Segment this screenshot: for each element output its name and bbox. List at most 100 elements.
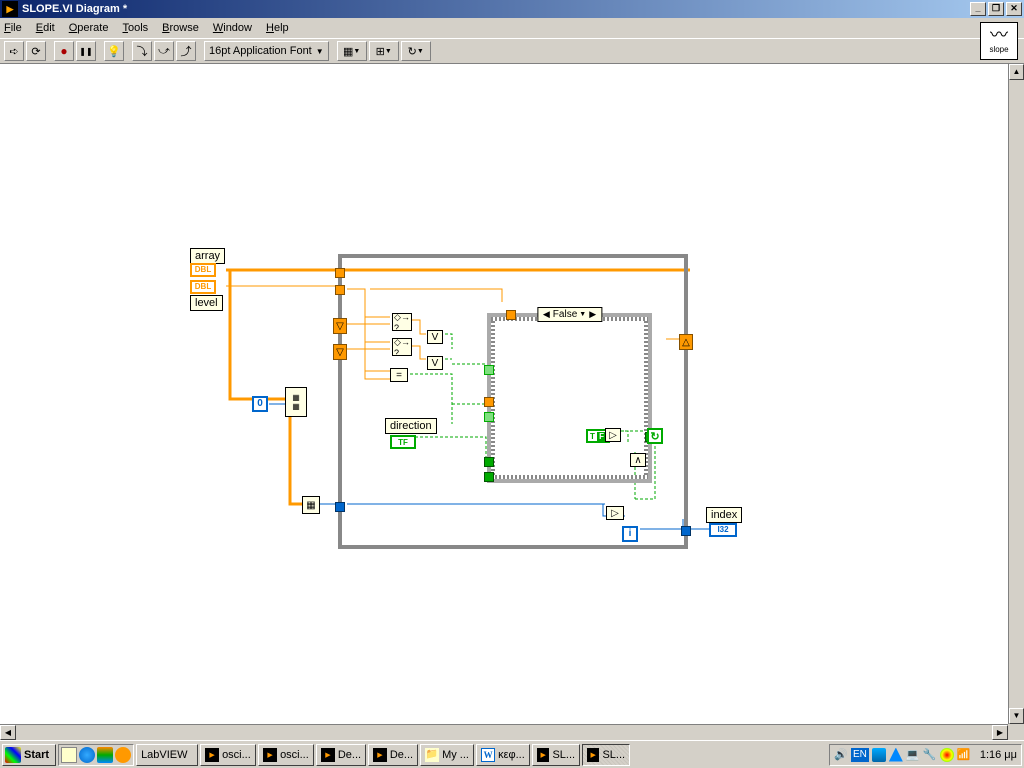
show-desktop-icon[interactable] bbox=[61, 747, 77, 763]
case-dropdown-icon[interactable]: ▼ bbox=[579, 311, 586, 318]
window-title: SLOPE.VI Diagram * bbox=[22, 3, 127, 15]
taskbar-item-osci2[interactable]: osci... bbox=[258, 744, 314, 766]
array-size-node[interactable]: ▦ bbox=[302, 496, 320, 514]
tunnel-array-in[interactable] bbox=[335, 268, 345, 278]
menu-window[interactable]: Window bbox=[213, 22, 252, 34]
case-tunnel-4[interactable] bbox=[484, 412, 494, 422]
and-node[interactable]: ∧ bbox=[630, 453, 646, 467]
shift-register-right[interactable]: △ bbox=[679, 334, 693, 350]
step-into-button[interactable]: ⤵ bbox=[132, 41, 152, 61]
tray-icon-6[interactable]: 📶 bbox=[957, 748, 971, 762]
ie-icon[interactable] bbox=[79, 747, 95, 763]
reorder-button[interactable]: ↻▼ bbox=[401, 41, 431, 61]
array-label: array bbox=[190, 248, 225, 264]
tray-icon-3[interactable]: 💻 bbox=[906, 748, 920, 762]
clock[interactable]: 1:16 μμ bbox=[980, 749, 1017, 761]
greater-node-2[interactable]: ▷ bbox=[606, 506, 624, 520]
or-node-2[interactable]: V bbox=[427, 356, 443, 370]
shift-register-left-1[interactable]: ▽ bbox=[333, 318, 347, 334]
equals-node[interactable]: = bbox=[390, 368, 408, 382]
compare-node-1[interactable]: ◇→? bbox=[392, 313, 412, 331]
tray-icon-1[interactable] bbox=[872, 748, 886, 762]
tray-icon-2[interactable] bbox=[889, 748, 903, 762]
tunnel-blue-in[interactable] bbox=[335, 502, 345, 512]
toolbar: ⤵ ⤻ ⤴ 16pt Application Font ▼ ▦▼ ⊞▼ ↻▼ bbox=[0, 38, 1024, 64]
index-terminal[interactable]: I32 bbox=[709, 523, 737, 537]
case-selector-tunnel[interactable] bbox=[484, 472, 494, 482]
zero-constant[interactable]: 0 bbox=[252, 396, 268, 412]
minimize-button[interactable]: _ bbox=[970, 2, 986, 16]
app-icon bbox=[2, 1, 18, 17]
outlook-icon[interactable] bbox=[97, 747, 113, 763]
step-over-button[interactable]: ⤻ bbox=[154, 41, 174, 61]
tray-icon-5[interactable] bbox=[940, 748, 954, 762]
array-terminal[interactable]: DBL bbox=[190, 263, 216, 277]
wmp-icon[interactable] bbox=[115, 747, 131, 763]
case-next-icon[interactable]: ▶ bbox=[586, 309, 599, 320]
index-label: index bbox=[706, 507, 742, 523]
taskbar-item-sl1[interactable]: SL... bbox=[532, 744, 580, 766]
start-button[interactable]: Start bbox=[2, 744, 56, 766]
highlight-execution-button[interactable] bbox=[104, 41, 124, 61]
direction-terminal[interactable] bbox=[390, 435, 416, 449]
menu-browse[interactable]: Browse bbox=[162, 22, 199, 34]
align-button[interactable]: ▦▼ bbox=[337, 41, 367, 61]
or-node-1[interactable]: V bbox=[427, 330, 443, 344]
index-bundle-node[interactable]: ▦▦ bbox=[285, 387, 307, 417]
case-structure[interactable]: ◀ False ▼ ▶ T F bbox=[487, 313, 652, 483]
direction-label: direction bbox=[385, 418, 437, 434]
menu-bar: File Edit Operate Tools Browse Window He… bbox=[0, 18, 1024, 38]
scroll-left-icon[interactable]: ◀ bbox=[0, 725, 16, 740]
shift-register-left-2[interactable]: ▽ bbox=[333, 344, 347, 360]
run-continuously-button[interactable] bbox=[26, 41, 46, 61]
taskbar-item-osci1[interactable]: osci... bbox=[200, 744, 256, 766]
horizontal-scrollbar[interactable]: ◀ ▶ bbox=[0, 724, 1008, 740]
font-selector[interactable]: 16pt Application Font ▼ bbox=[204, 41, 329, 61]
taskbar-item-kef[interactable]: κεφ... bbox=[476, 744, 530, 766]
case-tunnel-5[interactable] bbox=[484, 457, 494, 467]
tray-vol-icon[interactable]: 🔊 bbox=[834, 748, 848, 762]
case-tunnel-1[interactable] bbox=[506, 310, 516, 320]
case-tunnel-2[interactable] bbox=[484, 365, 494, 375]
run-button[interactable] bbox=[4, 41, 24, 61]
font-label: 16pt Application Font bbox=[209, 45, 312, 57]
menu-help[interactable]: Help bbox=[266, 22, 289, 34]
tunnel-blue-out[interactable] bbox=[681, 526, 691, 536]
start-label: Start bbox=[24, 749, 49, 761]
greater-node[interactable]: ▷ bbox=[605, 428, 621, 442]
scroll-right-icon[interactable]: ▶ bbox=[992, 725, 1008, 740]
level-terminal[interactable]: DBL bbox=[190, 280, 216, 294]
menu-operate[interactable]: Operate bbox=[69, 22, 109, 34]
menu-tools[interactable]: Tools bbox=[122, 22, 148, 34]
vi-icon[interactable]: 〰 slope bbox=[980, 22, 1018, 60]
titlebar[interactable]: SLOPE.VI Diagram * _ ❐ ✕ bbox=[0, 0, 1024, 18]
taskbar-item-de1[interactable]: De... bbox=[316, 744, 366, 766]
pause-button[interactable] bbox=[76, 41, 96, 61]
menu-edit[interactable]: Edit bbox=[36, 22, 55, 34]
taskbar-item-labview[interactable]: LabVIEW bbox=[136, 744, 198, 766]
case-selector[interactable]: ◀ False ▼ ▶ bbox=[537, 307, 602, 322]
iteration-terminal[interactable]: i bbox=[622, 526, 638, 542]
tunnel-level-in[interactable] bbox=[335, 285, 345, 295]
vertical-scrollbar[interactable]: ▲ ▼ bbox=[1008, 64, 1024, 724]
diagram-canvas[interactable]: array DBL DBL level 0 ▦▦ ▦ ▽ ▽ △ ◇→? ◇→?… bbox=[0, 64, 1008, 724]
distribute-button[interactable]: ⊞▼ bbox=[369, 41, 399, 61]
menu-file[interactable]: File bbox=[4, 22, 22, 34]
case-tunnel-3[interactable] bbox=[484, 397, 494, 407]
abort-button[interactable] bbox=[54, 41, 74, 61]
close-button[interactable]: ✕ bbox=[1006, 2, 1022, 16]
scroll-up-icon[interactable]: ▲ bbox=[1009, 64, 1024, 80]
taskbar-item-sl2[interactable]: SL... bbox=[582, 744, 630, 766]
language-indicator[interactable]: EN bbox=[851, 748, 869, 762]
taskbar-item-de2[interactable]: De... bbox=[368, 744, 418, 766]
tray-icon-4[interactable]: 🔧 bbox=[923, 748, 937, 762]
taskbar-item-my[interactable]: My ... bbox=[420, 744, 474, 766]
scroll-down-icon[interactable]: ▼ bbox=[1009, 708, 1024, 724]
level-label: level bbox=[190, 295, 223, 311]
loop-condition[interactable] bbox=[647, 428, 663, 444]
case-prev-icon[interactable]: ◀ bbox=[540, 309, 553, 320]
while-loop[interactable]: ▽ ▽ △ ◇→? ◇→? V V = direction ◀ False ▼ … bbox=[338, 254, 688, 549]
compare-node-2[interactable]: ◇→? bbox=[392, 338, 412, 356]
restore-button[interactable]: ❐ bbox=[988, 2, 1004, 16]
step-out-button[interactable]: ⤴ bbox=[176, 41, 196, 61]
